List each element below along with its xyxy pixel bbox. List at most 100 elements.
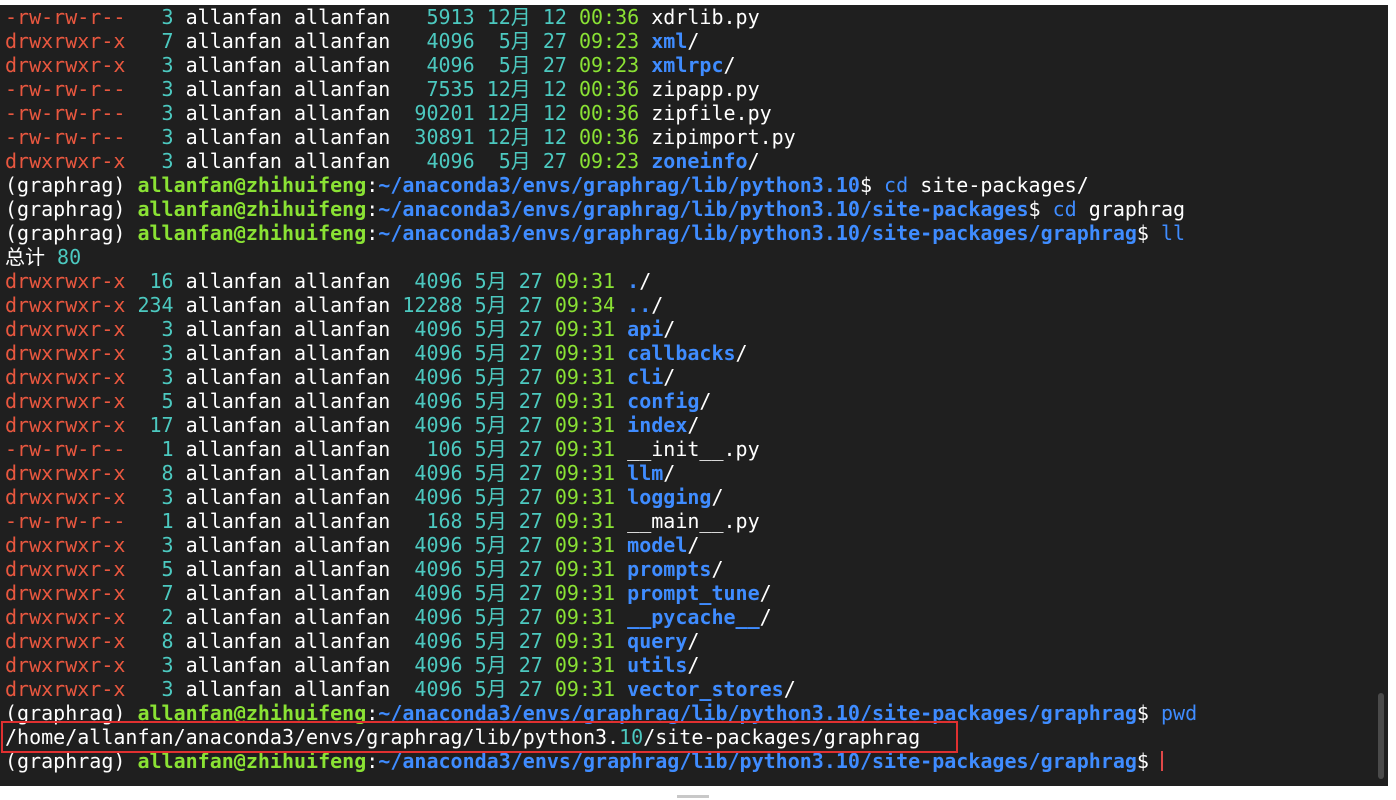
ls-row: -rw-rw-r-- 1 allanfan allanfan 168 5月 27… [5,509,1197,533]
ls-file-name[interactable]: __init__.py [627,437,759,461]
ls-dir-name[interactable]: callbacks [627,341,735,365]
ls-link-count: 3 [137,677,174,701]
ls-file-name[interactable]: zipfile.py [651,101,771,125]
ls-owner: allanfan [185,269,282,293]
ls-row: drwxrwxr-x 3 allanfan allanfan 4096 5月 2… [5,341,748,365]
ls-owner: allanfan [185,101,282,125]
ls-day: 27 [518,293,543,317]
ls-day: 27 [518,269,543,293]
ls-row: drwxrwxr-x 3 allanfan allanfan 4096 5月 2… [5,149,760,173]
ls-dir-name[interactable]: model [627,533,687,557]
ls-size: 4096 [402,557,463,581]
ls-time: 09:31 [554,365,616,389]
ls-file-name[interactable]: zipapp.py [651,77,759,101]
ls-dir-name[interactable]: xmlrpc [651,53,723,77]
ls-permissions: drwxrwxr-x [5,149,126,173]
cwd-path-version: 10 [835,749,860,773]
ls-file-name[interactable]: zipimport.py [651,125,796,149]
ls-time: 09:31 [554,437,616,461]
ls-owner: allanfan [185,533,282,557]
ls-day: 27 [518,629,543,653]
ls-month: 5月 [474,485,507,509]
ls-dir-name[interactable]: api [627,317,663,341]
ls-dir-name[interactable]: prompt_tune [627,581,759,605]
ls-link-count: 3 [137,533,174,557]
ls-dir-name[interactable]: __pycache__ [627,605,759,629]
cwd-path-suffix: /site-packages/graphrag [859,749,1137,773]
ls-link-count: 3 [137,77,174,101]
ls-dir-name[interactable]: logging [627,485,711,509]
ls-group: allanfan [294,413,391,437]
terminal-output: -rw-rw-r-- 3 allanfan allanfan 5913 12月 … [5,5,1197,773]
ls-month: 5月 [486,53,531,77]
ls-dir-name[interactable]: query [627,629,687,653]
ls-group: allanfan [294,125,391,149]
ls-day: 27 [518,365,543,389]
ls-time: 00:36 [578,77,640,101]
ls-dir-name[interactable]: prompts [627,557,711,581]
terminal-window[interactable]: -rw-rw-r-- 3 allanfan allanfan 5913 12月 … [0,5,1388,786]
ls-size: 4096 [402,149,475,173]
ls-owner: allanfan [185,461,282,485]
prompt-line: (graphrag) allanfan@zhihuifeng:~/anacond… [5,197,1197,221]
ls-row: drwxrwxr-x 3 allanfan allanfan 4096 5月 2… [5,485,724,509]
command-arg: graphrag [1088,197,1186,221]
ls-owner: allanfan [185,77,282,101]
ls-month: 5月 [474,389,507,413]
ls-day: 27 [518,413,543,437]
ls-file-name[interactable]: xdrlib.py [651,5,759,29]
cwd-path-suffix: /site-packages/graphrag [859,221,1137,245]
command: cd [884,173,909,197]
ls-dir-name[interactable]: utils [627,653,687,677]
ls-time: 00:36 [578,5,640,29]
ls-day: 27 [542,149,567,173]
ls-month: 5月 [486,149,531,173]
ls-size: 4096 [402,413,463,437]
ls-dir-name[interactable]: vector_stores [627,677,784,701]
ls-size: 4096 [402,485,463,509]
ls-group: allanfan [294,533,391,557]
ls-dir-name[interactable]: cli [627,365,663,389]
ls-month: 12月 [486,101,531,125]
ls-time: 09:31 [554,557,616,581]
ls-dir-name[interactable]: zoneinfo [651,149,747,173]
ls-dir-name[interactable]: .. [627,293,651,317]
ls-group: allanfan [294,101,391,125]
ls-dir-name[interactable]: index [627,413,687,437]
ls-group: allanfan [294,269,391,293]
ls-month: 5月 [474,365,507,389]
text-cursor[interactable] [1161,751,1163,771]
ls-dir-name[interactable]: config [627,389,699,413]
ls-permissions: drwxrwxr-x [5,629,126,653]
ls-permissions: -rw-rw-r-- [5,125,126,149]
ls-link-count: 7 [137,29,174,53]
ls-total-line: 总计 80 [5,245,1197,269]
ls-size: 90201 [402,101,475,125]
ls-group: allanfan [294,53,391,77]
ls-dir-name[interactable]: xml [651,29,687,53]
ls-size: 30891 [402,125,475,149]
ls-group: allanfan [294,5,391,29]
ls-dir-name[interactable]: . [627,269,639,293]
ls-row: -rw-rw-r-- 3 allanfan allanfan 7535 12月 … [5,77,1197,101]
ls-time: 09:31 [554,317,616,341]
prompt-dollar: $ [1028,197,1041,221]
conda-env: (graphrag) [5,749,126,773]
ls-link-count: 16 [137,269,174,293]
ls-time: 09:23 [578,53,640,77]
ls-owner: allanfan [185,509,282,533]
ls-row: drwxrwxr-x 8 allanfan allanfan 4096 5月 2… [5,461,676,485]
terminal-scrollbar[interactable] [1378,693,1384,779]
ls-size: 4096 [402,461,463,485]
ls-file-name[interactable]: __main__.py [627,509,759,533]
ls-link-count: 1 [137,509,174,533]
ls-size: 4096 [402,269,463,293]
ls-row: drwxrwxr-x 7 allanfan allanfan 4096 5月 2… [5,581,772,605]
ls-dir-name[interactable]: llm [627,461,663,485]
ls-link-count: 3 [137,125,174,149]
ls-size: 168 [402,509,463,533]
resize-handle[interactable] [677,795,709,798]
ls-time: 09:31 [554,485,616,509]
ls-time: 09:31 [554,533,616,557]
prompt-line: (graphrag) allanfan@zhihuifeng:~/anacond… [5,221,1197,245]
